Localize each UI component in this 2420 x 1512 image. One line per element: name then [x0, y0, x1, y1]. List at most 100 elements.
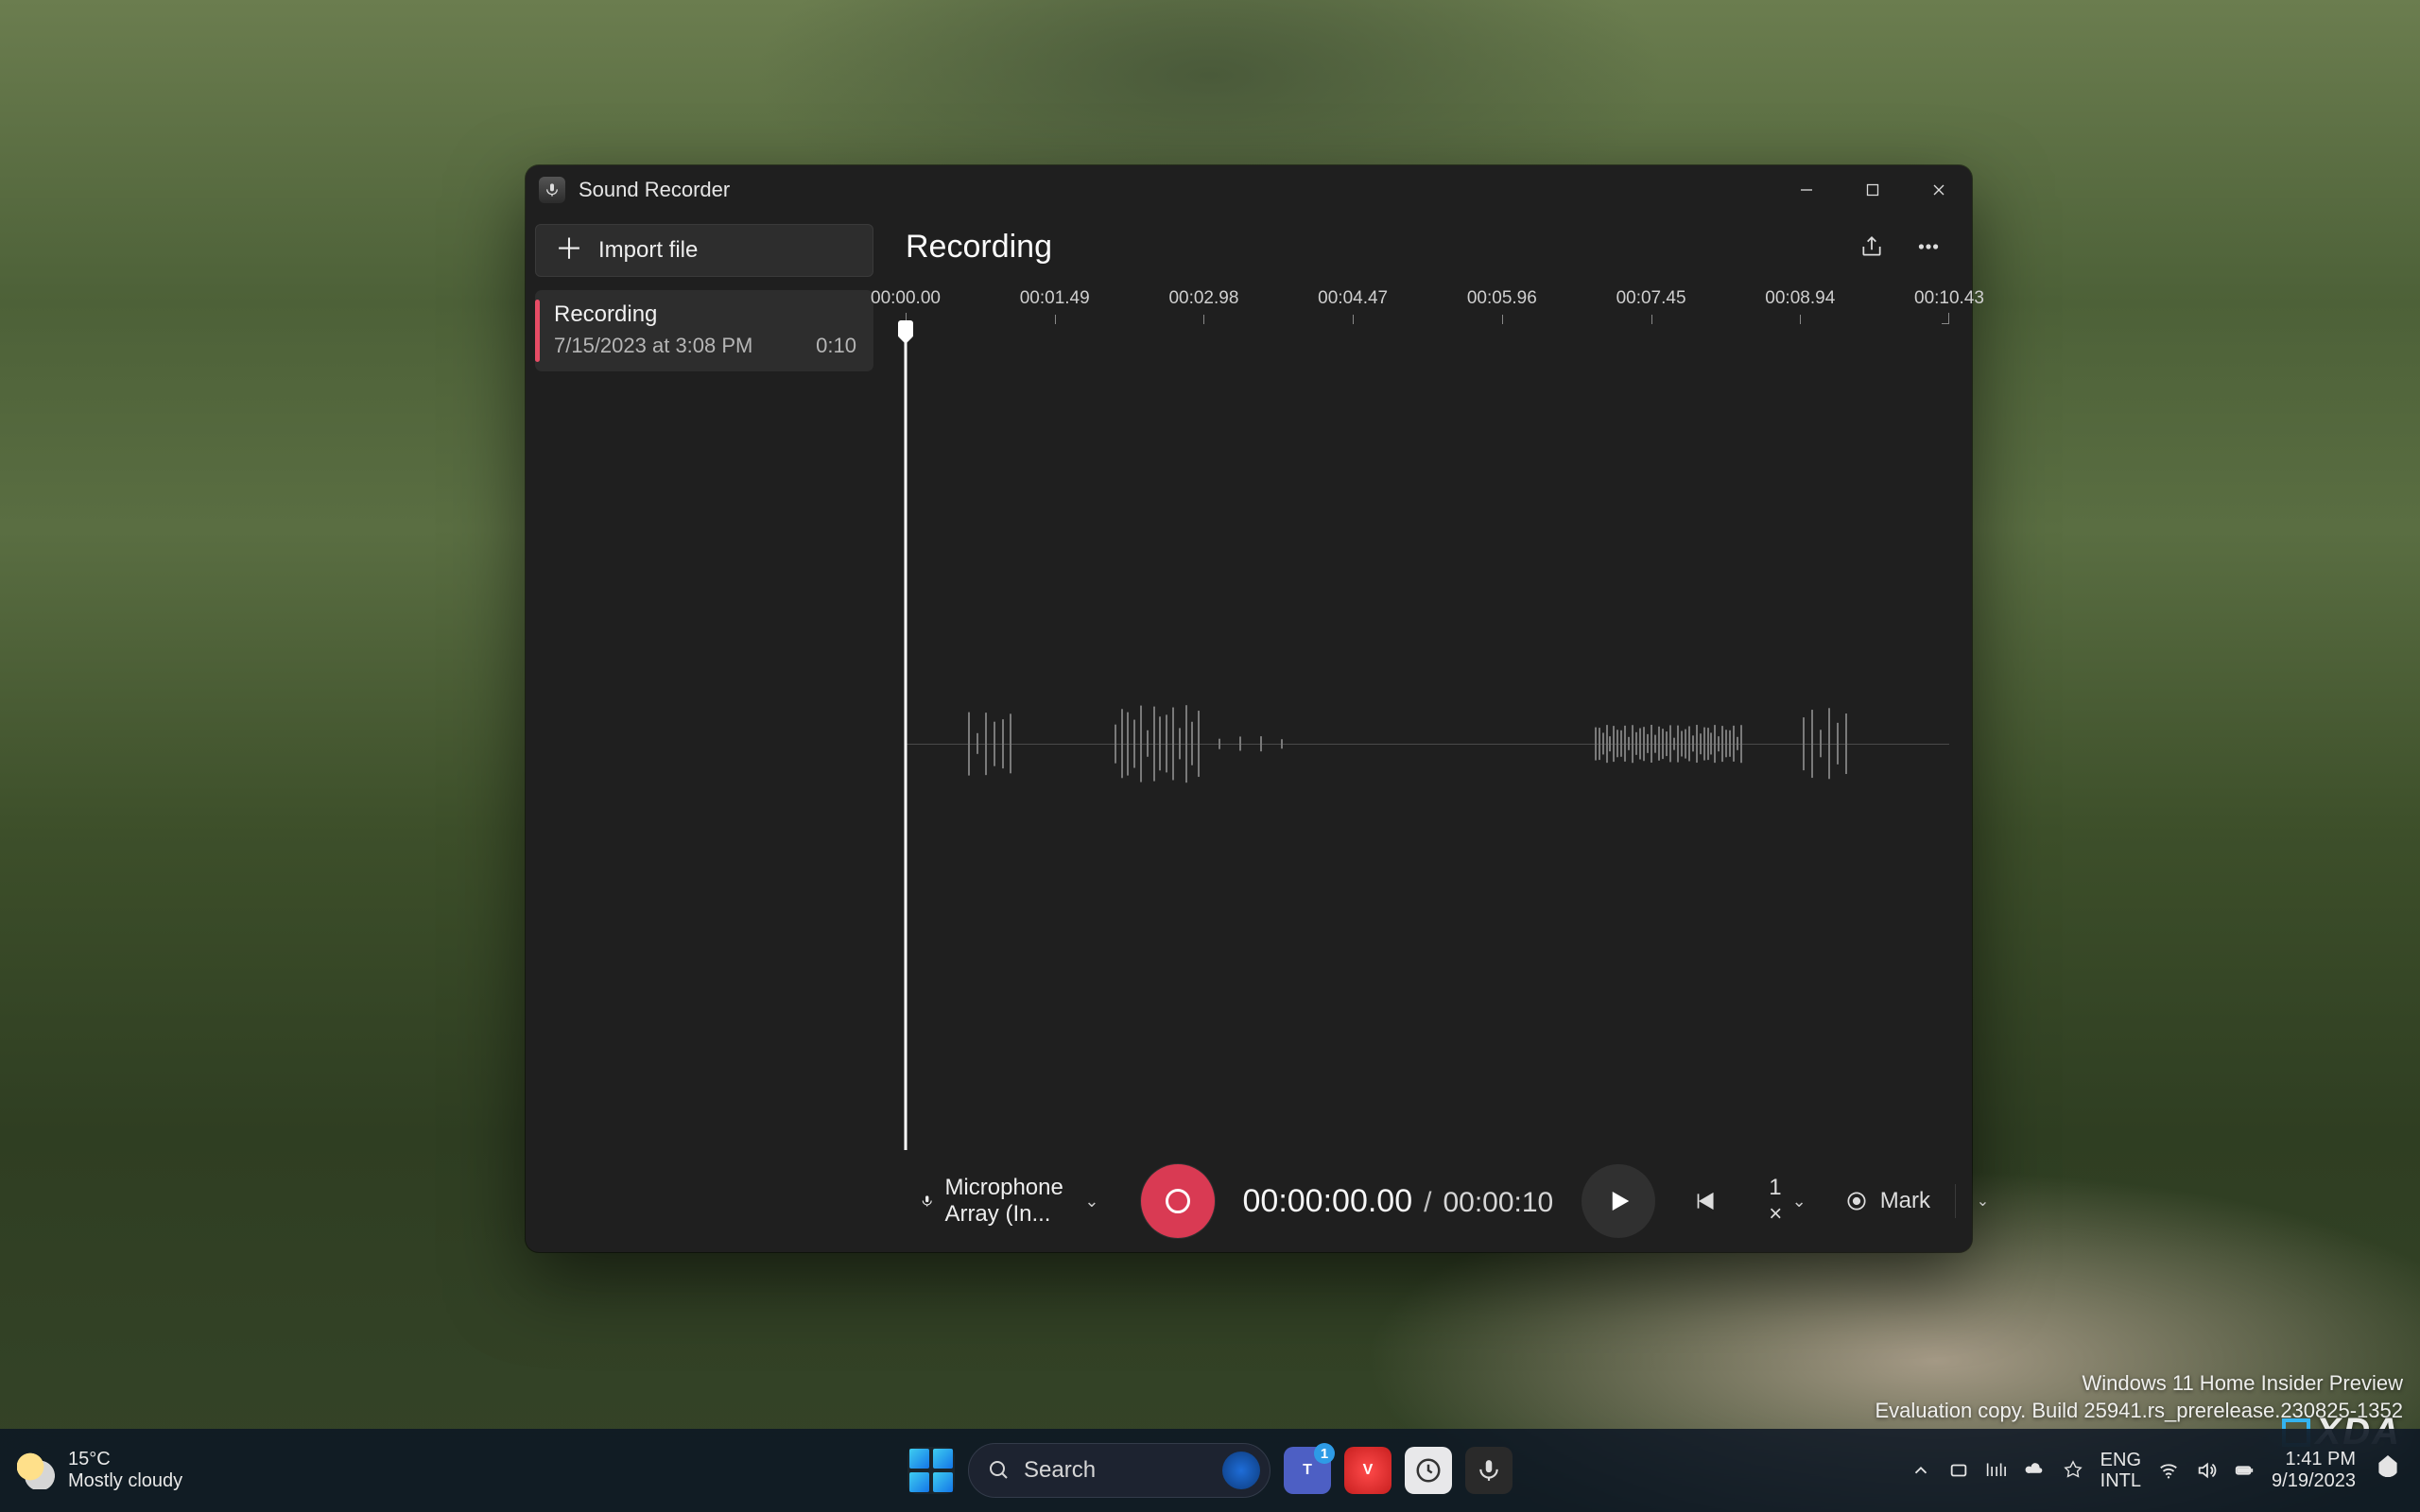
taskbar-right: lıılı ENG INTL 1:41 PM 9/19/2023	[1910, 1449, 2403, 1492]
taskbar-app-vivaldi[interactable]: V	[1344, 1447, 1392, 1494]
caption-buttons	[1773, 165, 1972, 215]
waveform-bar	[1159, 716, 1161, 770]
waveform-bar	[1620, 730, 1622, 757]
ruler-tick-label: 00:05.96	[1467, 288, 1537, 309]
waveform-bar	[1172, 708, 1174, 781]
waveform-bar	[1845, 713, 1847, 774]
waveform-bar	[1729, 730, 1731, 757]
record-button[interactable]	[1141, 1164, 1215, 1238]
notifications-button[interactable]	[2373, 1455, 2403, 1486]
tray-icon	[2063, 1460, 2083, 1481]
weather-widget[interactable]: 15°C Mostly cloudy	[17, 1449, 182, 1492]
waveform-bar	[1725, 730, 1727, 757]
add-marker-button[interactable]: Mark	[1829, 1180, 1945, 1222]
timeline-ruler[interactable]: 00:00.0000:01.4900:02.9800:04.4700:05.96…	[906, 288, 1949, 334]
ruler-tick	[1055, 315, 1056, 324]
ruler-tick-label: 00:01.49	[1020, 288, 1090, 309]
microphone-icon	[921, 1190, 933, 1212]
minimize-button[interactable]	[1773, 165, 1840, 215]
taskbar-center: Search T 1 V	[908, 1443, 1512, 1498]
waveform-bar	[1673, 738, 1675, 750]
plus-icon: ＋	[555, 236, 583, 265]
waveform-bar	[1166, 714, 1167, 772]
weather-icon	[17, 1452, 55, 1489]
mark-label: Mark	[1880, 1188, 1930, 1214]
ruler-tick	[1651, 315, 1652, 324]
waveform-bar	[1681, 731, 1683, 757]
maximize-button[interactable]	[1840, 165, 1906, 215]
build-line-1: Windows 11 Home Insider Preview	[1875, 1369, 2403, 1398]
waveform-area[interactable]	[906, 337, 1949, 1150]
waveform-bar	[1811, 710, 1813, 778]
system-tray[interactable]: lıılı	[1910, 1460, 2083, 1481]
app-body: ＋ Import file Recording 7/15/2023 at 3:0…	[526, 215, 1972, 1252]
titlebar: Sound Recorder	[526, 165, 1972, 215]
chevron-down-icon: ⌄	[1792, 1192, 1806, 1211]
waveform-bar	[1654, 735, 1656, 753]
wifi-icon	[2158, 1460, 2179, 1481]
waveform-bar	[1260, 736, 1262, 751]
app-title: Sound Recorder	[579, 178, 730, 202]
waveform-bar	[1639, 729, 1641, 760]
microphone-selector[interactable]: Microphone Array (In... ⌄	[909, 1167, 1111, 1235]
waveform-bar	[1740, 725, 1742, 763]
language-indicator[interactable]: ENG INTL	[2100, 1450, 2141, 1491]
waveform-bar	[1662, 729, 1664, 759]
search-placeholder: Search	[1024, 1457, 1096, 1484]
taskbar: 15°C Mostly cloudy Search T 1 V	[0, 1429, 2420, 1512]
skip-back-button[interactable]	[1684, 1180, 1725, 1222]
playback-speed-label: 1 ×	[1769, 1175, 1782, 1228]
taskbar-app-clock[interactable]	[1405, 1447, 1452, 1494]
ruler-tick-label: 00:08.94	[1765, 288, 1835, 309]
waveform-bar	[1281, 739, 1283, 748]
taskbar-time: 1:41 PM	[2272, 1449, 2356, 1470]
import-file-label: Import file	[598, 237, 698, 264]
waveform-bar	[1700, 733, 1702, 754]
play-button[interactable]	[1582, 1164, 1655, 1238]
time-separator: /	[1424, 1187, 1431, 1219]
bing-icon	[1222, 1452, 1260, 1489]
playhead-line	[905, 337, 908, 1150]
app-icon	[539, 177, 565, 203]
volume-icon	[2196, 1460, 2217, 1481]
waveform-bar	[1632, 725, 1634, 763]
weather-description: Mostly cloudy	[68, 1470, 182, 1492]
waveform-bar	[1140, 706, 1142, 782]
waveform-bar	[1115, 725, 1116, 764]
waveform-bar	[1677, 726, 1679, 763]
marker-menu-button[interactable]: ⌄	[1965, 1184, 2000, 1218]
waveform-bar	[1820, 730, 1822, 757]
playback-speed-button[interactable]: 1 × ⌄	[1755, 1167, 1819, 1235]
waveform-bar	[985, 713, 987, 775]
quick-settings[interactable]	[2158, 1460, 2255, 1481]
taskbar-app-teams[interactable]: T 1	[1284, 1447, 1331, 1494]
divider	[1955, 1184, 1956, 1218]
import-file-button[interactable]: ＋ Import file	[535, 224, 873, 277]
start-button[interactable]	[908, 1447, 955, 1494]
ruler-tick-label: 00:02.98	[1168, 288, 1238, 309]
waveform-bar	[1602, 732, 1604, 754]
waveform-bar	[1651, 725, 1652, 763]
main-header: Recording	[906, 215, 1949, 273]
more-button[interactable]	[1908, 226, 1949, 267]
taskbar-search[interactable]: Search	[968, 1443, 1270, 1498]
chevron-down-icon: ⌄	[1977, 1194, 1989, 1210]
waveform-bar	[1624, 726, 1626, 762]
taskbar-app-sound-recorder[interactable]	[1465, 1447, 1512, 1494]
skip-back-icon	[1692, 1189, 1717, 1213]
teams-icon: T	[1303, 1462, 1312, 1479]
waveform-bar	[1121, 709, 1123, 778]
recording-datetime: 7/15/2023 at 3:08 PM	[554, 334, 752, 358]
recording-list-item[interactable]: Recording 7/15/2023 at 3:08 PM 0:10	[535, 290, 873, 371]
waveform-bar	[1643, 727, 1645, 761]
ruler-tick-label: 00:10.43	[1914, 288, 1984, 309]
close-button[interactable]	[1906, 165, 1972, 215]
waveform-bar	[1599, 728, 1600, 760]
waveform-bar	[1127, 713, 1129, 776]
weather-temperature: 15°C	[68, 1449, 182, 1470]
playhead-handle[interactable]	[898, 320, 913, 337]
share-button[interactable]	[1851, 226, 1893, 267]
clock-date[interactable]: 1:41 PM 9/19/2023	[2272, 1449, 2356, 1492]
waveform-bar	[1733, 726, 1735, 762]
controls-bar: Microphone Array (In... ⌄ 00:00:00.00 / …	[906, 1150, 1949, 1252]
